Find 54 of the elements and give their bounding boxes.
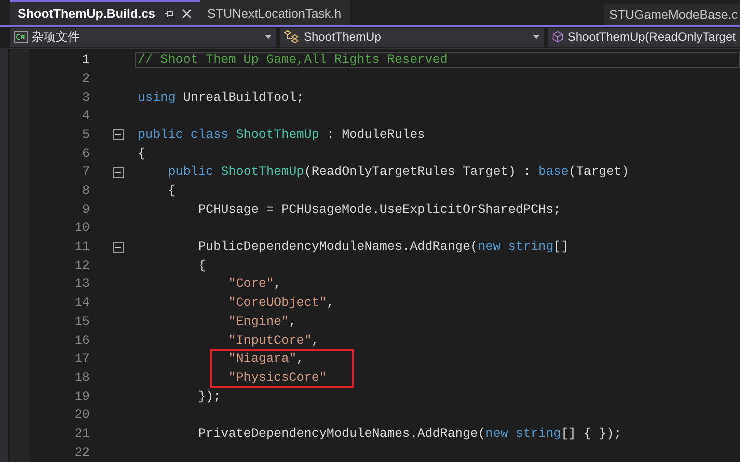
code-line: public class ShootThemUp : ModuleRules bbox=[137, 126, 426, 143]
line-number: 2 bbox=[81, 72, 90, 86]
file-tab[interactable]: STUGameModeBase.c bbox=[604, 4, 740, 26]
navigation-dropdown[interactable]: 杂项文件 bbox=[10, 28, 276, 47]
line-number: 11 bbox=[74, 240, 90, 254]
code-line: { bbox=[197, 258, 208, 274]
line-number: 13 bbox=[74, 277, 90, 292]
code-line: PCHUsage = PCHUsageMode.UseExplicitOrSharedPCHs; bbox=[197, 202, 562, 218]
line-number: 1 bbox=[81, 53, 90, 68]
code-line: PublicDependencyModuleNames.AddRange(new string[] bbox=[197, 239, 570, 256]
file-tab[interactable]: STUNextLocationTask.h bbox=[200, 0, 350, 26]
collapse-icon[interactable] bbox=[113, 166, 124, 178]
collapse-icon[interactable] bbox=[113, 129, 124, 140]
line-number: 14 bbox=[74, 296, 90, 310]
navigation-dropdown[interactable]: ShootThemUp(ReadOnlyTarget bbox=[548, 28, 740, 47]
code-line: "Engine", bbox=[228, 314, 298, 330]
line-number: 12 bbox=[74, 258, 90, 273]
code-line: }); bbox=[197, 388, 222, 405]
line-number: 18 bbox=[74, 370, 90, 385]
line-number: 7 bbox=[81, 165, 90, 180]
line-number: 3 bbox=[81, 90, 90, 105]
line-number: 5 bbox=[81, 128, 90, 142]
collapse-icon[interactable] bbox=[113, 242, 124, 253]
code-line: { bbox=[167, 183, 177, 200]
line-number: 21 bbox=[74, 426, 90, 441]
dropdown-caret-icon bbox=[533, 35, 540, 40]
navigation-dropdown[interactable]: ShootThemUp bbox=[280, 28, 544, 47]
line-number: 4 bbox=[81, 109, 90, 124]
close-icon[interactable] bbox=[182, 8, 192, 19]
code-line: "Niagara", bbox=[228, 351, 306, 368]
code-line: using UnrealBuildTool; bbox=[137, 90, 306, 106]
code-line: { bbox=[137, 146, 147, 162]
line-number: 8 bbox=[81, 184, 90, 198]
dropdown-caret-icon bbox=[265, 35, 272, 40]
line-number: 20 bbox=[74, 408, 90, 422]
line-number: 9 bbox=[81, 202, 90, 217]
code-line: "CoreUObject", bbox=[228, 295, 336, 312]
csharp-file-icon bbox=[14, 31, 28, 44]
code-line: public ShootThemUp(ReadOnlyTargetRules Target) : base(Target) bbox=[167, 164, 630, 180]
line-number: 22 bbox=[74, 446, 90, 460]
line-number: 6 bbox=[81, 146, 90, 161]
code-line: PrivateDependencyModuleNames.AddRange(new string[] { }); bbox=[197, 426, 623, 442]
code-line: "InputCore", bbox=[228, 332, 320, 349]
pin-icon[interactable] bbox=[164, 8, 174, 19]
line-number: 10 bbox=[74, 221, 90, 236]
line-number: 16 bbox=[74, 334, 90, 348]
class-icon bbox=[284, 30, 300, 44]
code-line: "PhysicsCore" bbox=[228, 370, 328, 386]
line-number: 19 bbox=[74, 390, 90, 404]
code-line: "Core", bbox=[228, 276, 283, 292]
line-number: 17 bbox=[74, 352, 90, 366]
line-number: 15 bbox=[74, 314, 90, 329]
cube-icon bbox=[552, 30, 564, 44]
file-tab[interactable]: ShootThemUp.Build.cs bbox=[10, 0, 200, 26]
